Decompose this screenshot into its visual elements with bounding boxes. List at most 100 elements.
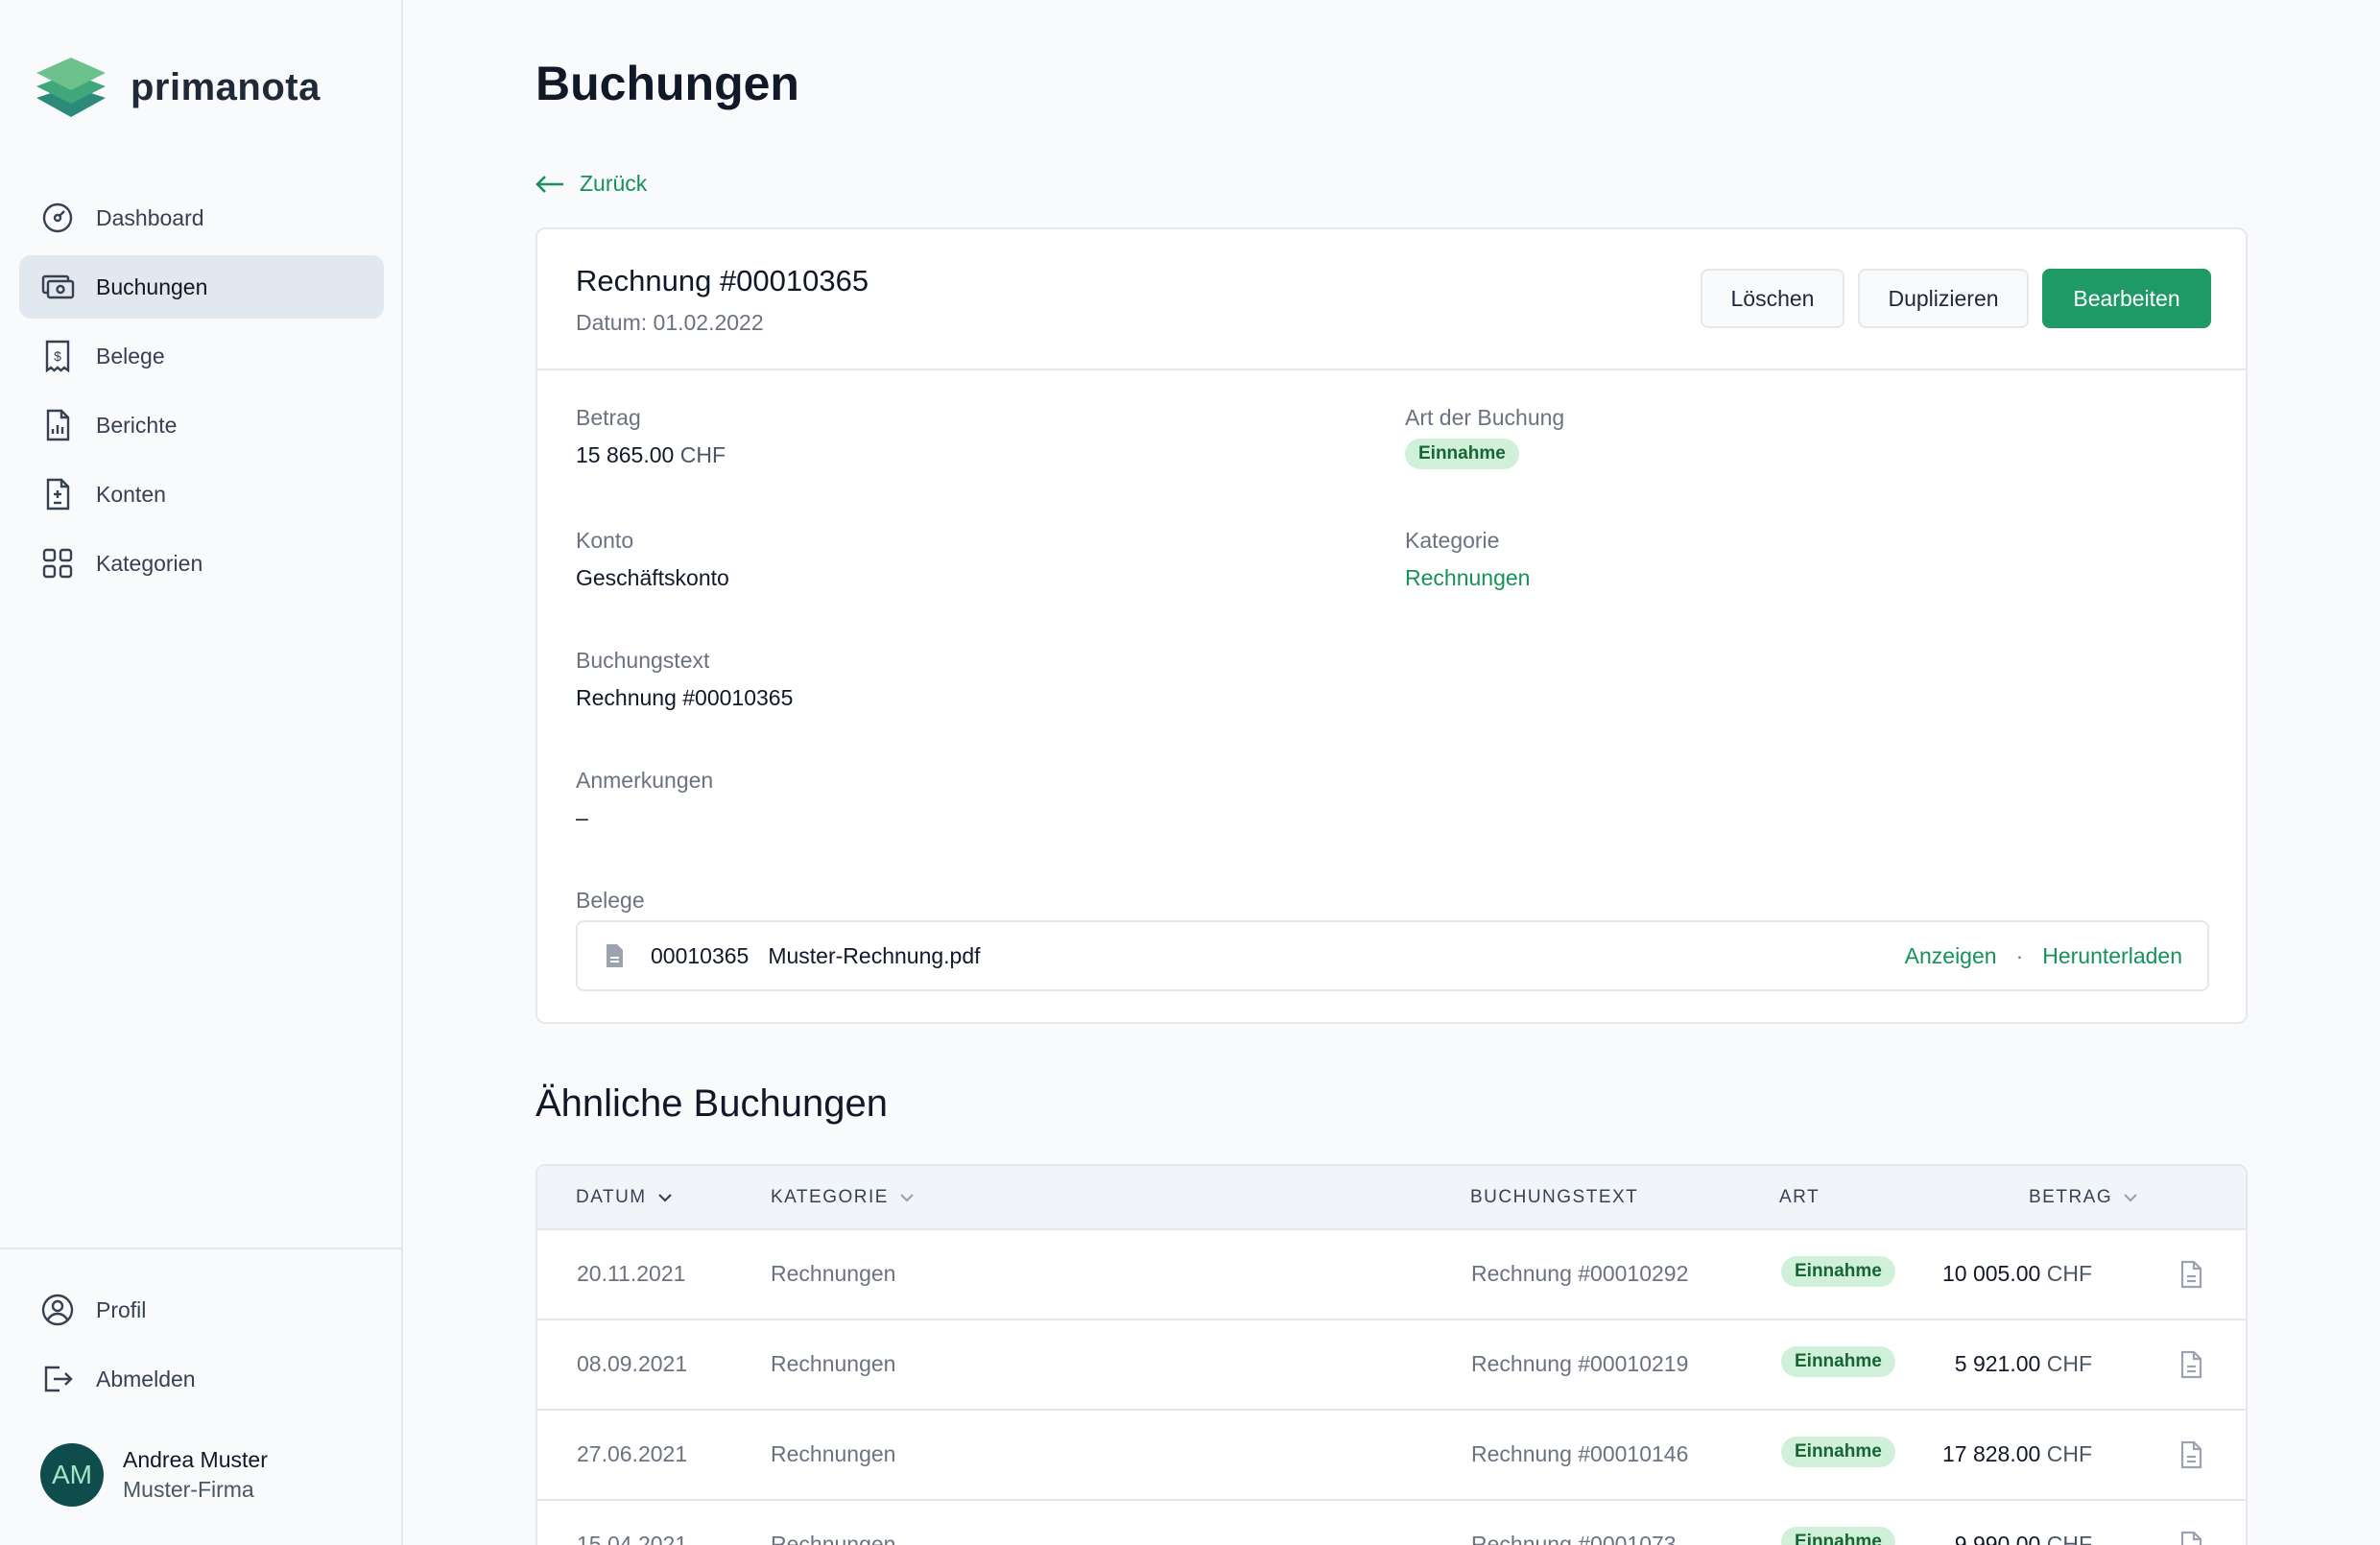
column-label: BETRAG xyxy=(2029,1187,2113,1207)
receipt-icon: $ xyxy=(40,339,75,373)
logo[interactable]: primanota xyxy=(36,58,321,117)
sidebar-item-kategorien[interactable]: Kategorien xyxy=(19,532,384,595)
sidebar-item-dashboard[interactable]: Dashboard xyxy=(19,186,384,250)
similar-bookings-table: DATUM KATEGORIE BUCHUNGSTEXT ART BETRAG … xyxy=(536,1164,2248,1545)
column-header-category[interactable]: KATEGORIE xyxy=(771,1187,916,1208)
column-label: DATUM xyxy=(576,1187,647,1207)
table-row[interactable]: 20.11.2021 Rechnungen Rechnung #00010292… xyxy=(537,1230,2246,1320)
table-row[interactable]: 27.06.2021 Rechnungen Rechnung #00010146… xyxy=(537,1411,2246,1501)
sidebar-item-abmelden[interactable]: Abmelden xyxy=(19,1347,384,1411)
duplicate-button[interactable]: Duplizieren xyxy=(1858,269,2029,328)
amount-unit: CHF xyxy=(2046,1351,2092,1376)
sidebar-item-buchungen[interactable]: Buchungen xyxy=(19,255,384,319)
receipts-label: Belege xyxy=(576,888,645,913)
column-header-amount[interactable]: BETRAG xyxy=(2029,1187,2139,1208)
table-header: DATUM KATEGORIE BUCHUNGSTEXT ART BETRAG xyxy=(537,1166,2246,1230)
sidebar-item-label: Dashboard xyxy=(96,204,204,230)
user-circle-icon xyxy=(40,1293,75,1327)
booking-date: Datum: 01.02.2022 xyxy=(576,310,764,335)
cell-date: 27.06.2021 xyxy=(577,1441,688,1466)
cell-amount: 10 005.00 CHF xyxy=(1862,1261,2092,1287)
chevron-down-icon xyxy=(2124,1194,2137,1202)
column-label: BUCHUNGSTEXT xyxy=(1470,1187,1639,1207)
user-profile[interactable]: AM Andrea Muster Muster-Firma xyxy=(40,1443,268,1507)
user-name: Andrea Muster xyxy=(123,1447,268,1472)
amount-number: 15 865.00 xyxy=(576,442,675,467)
document-icon[interactable] xyxy=(2178,1530,2204,1545)
attachment-name: Muster-Rechnung.pdf xyxy=(768,942,981,968)
sidebar-item-berichte[interactable]: Berichte xyxy=(19,393,384,457)
cell-amount: 5 921.00 CHF xyxy=(1862,1351,2092,1377)
attachment-actions: Anzeigen · Herunterladen xyxy=(1905,943,2182,969)
svg-text:$: $ xyxy=(54,348,61,364)
sidebar-item-konten[interactable]: Konten xyxy=(19,463,384,526)
type-badge: Einnahme xyxy=(1405,439,1519,469)
report-icon xyxy=(40,408,75,442)
column-header-date[interactable]: DATUM xyxy=(576,1187,674,1208)
back-label: Zurück xyxy=(580,171,648,196)
cash-icon xyxy=(40,270,75,304)
sidebar-item-label: Konten xyxy=(96,481,166,507)
sidebar-item-label: Kategorien xyxy=(96,550,203,576)
amount-number: 17 828.00 xyxy=(1942,1441,2041,1466)
amount-label: Betrag xyxy=(576,405,641,430)
sidebar-item-belege[interactable]: $ Belege xyxy=(19,324,384,388)
document-icon[interactable] xyxy=(2178,1259,2204,1290)
page-title: Buchungen xyxy=(536,57,799,110)
document-icon[interactable] xyxy=(2178,1349,2204,1380)
notes-label: Anmerkungen xyxy=(576,768,714,793)
user-company: Muster-Firma xyxy=(123,1477,254,1502)
arrow-left-icon xyxy=(536,175,563,193)
view-link[interactable]: Anzeigen xyxy=(1905,943,1997,969)
download-link[interactable]: Herunterladen xyxy=(2042,943,2182,969)
grid-icon xyxy=(40,546,75,581)
cell-date: 15.04.2021 xyxy=(577,1532,688,1545)
cell-category: Rechnungen xyxy=(771,1261,896,1286)
cell-text: Rechnung #00010292 xyxy=(1471,1261,1689,1286)
logout-icon xyxy=(40,1362,75,1396)
notes-value: – xyxy=(576,805,588,830)
delete-button[interactable]: Löschen xyxy=(1701,269,1844,328)
brand-name: primanota xyxy=(131,65,321,108)
cell-amount: 17 828.00 CHF xyxy=(1862,1441,2092,1467)
account-value: Geschäftskonto xyxy=(576,565,729,590)
cell-date: 20.11.2021 xyxy=(577,1261,686,1286)
main-nav: Dashboard Buchungen $ Belege Berichte Ko… xyxy=(19,186,384,601)
edit-button[interactable]: Bearbeiten xyxy=(2042,269,2211,328)
document-icon[interactable] xyxy=(2178,1439,2204,1470)
cell-text: Rechnung #00010219 xyxy=(1471,1351,1689,1376)
cell-text: Rechnung #00010146 xyxy=(1471,1441,1689,1466)
category-label: Kategorie xyxy=(1405,528,1500,553)
account-label: Konto xyxy=(576,528,634,553)
amount-unit: CHF xyxy=(2046,1261,2092,1286)
back-link[interactable]: Zurück xyxy=(536,171,647,197)
gauge-icon xyxy=(40,201,75,235)
column-header-type: ART xyxy=(1779,1187,1820,1208)
sidebar-item-label: Abmelden xyxy=(96,1366,196,1391)
amount-unit: CHF xyxy=(679,442,726,467)
sidebar-item-profil[interactable]: Profil xyxy=(19,1278,384,1342)
sidebar: primanota Dashboard Buchungen $ Belege B… xyxy=(0,0,403,1545)
type-label: Art der Buchung xyxy=(1405,405,1565,430)
document-icon xyxy=(607,944,623,967)
sidebar-item-label: Profil xyxy=(96,1296,147,1322)
table-row[interactable]: 08.09.2021 Rechnungen Rechnung #00010219… xyxy=(537,1320,2246,1411)
separator: · xyxy=(2015,943,2024,968)
sidebar-item-label: Buchungen xyxy=(96,273,208,299)
booking-detail-card: Rechnung #00010365 Datum: 01.02.2022 Lös… xyxy=(536,227,2248,1024)
avatar: AM xyxy=(40,1443,104,1507)
sidebar-item-label: Berichte xyxy=(96,412,178,438)
file-plusminus-icon xyxy=(40,477,75,511)
similar-bookings-title: Ähnliche Buchungen xyxy=(536,1082,888,1125)
booking-text-label: Buchungstext xyxy=(576,648,710,673)
table-row[interactable]: 15.04.2021 Rechnungen Rechnung #0001073 … xyxy=(537,1501,2246,1545)
category-link[interactable]: Rechnungen xyxy=(1405,565,1530,591)
sidebar-bottom: Profil Abmelden xyxy=(0,1248,403,1416)
cell-amount: 9 990.00 CHF xyxy=(1862,1532,2092,1545)
cell-text: Rechnung #0001073 xyxy=(1471,1532,1677,1545)
booking-header: Rechnung #00010365 Datum: 01.02.2022 Lös… xyxy=(537,229,2246,370)
cell-category: Rechnungen xyxy=(771,1351,896,1376)
cell-date: 08.09.2021 xyxy=(577,1351,688,1376)
amount-number: 5 921.00 xyxy=(1954,1351,2041,1376)
amount-number: 9 990.00 xyxy=(1954,1532,2041,1545)
